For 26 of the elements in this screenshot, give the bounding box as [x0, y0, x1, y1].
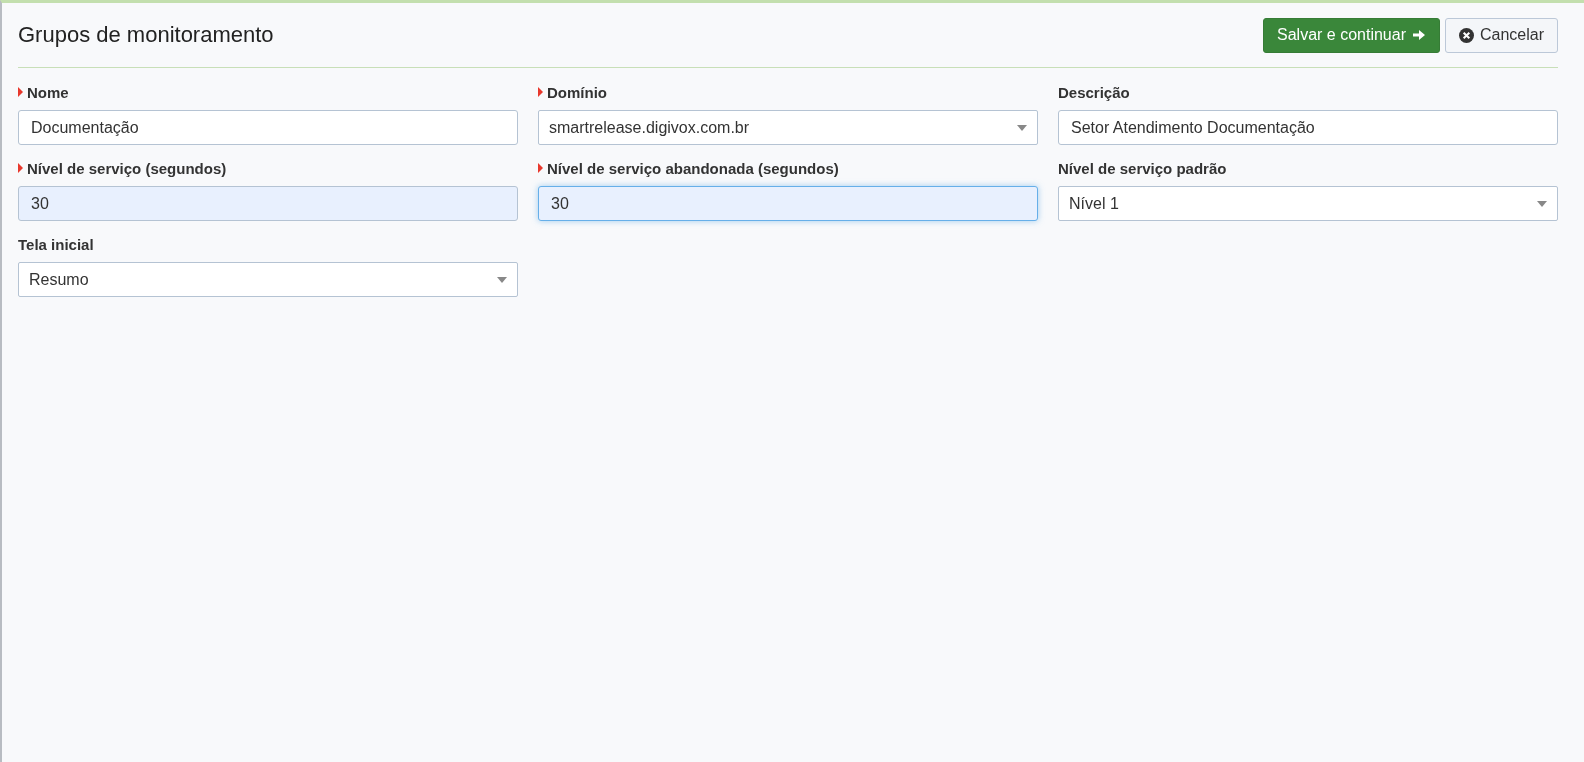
required-marker-icon: [18, 87, 23, 97]
caret-icon: [1017, 124, 1027, 131]
required-marker-icon: [538, 87, 543, 97]
required-marker-icon: [538, 163, 543, 173]
field-label: Nome: [18, 82, 518, 102]
input-field[interactable]: Setor Atendimento Documentação: [1058, 110, 1558, 145]
dropdown-field[interactable]: Resumo: [18, 262, 518, 297]
required-marker-icon: [18, 163, 23, 173]
arrow-right-icon: [1411, 28, 1426, 42]
input-field[interactable]: 30: [18, 186, 518, 221]
field-label: Nível de serviço abandonada (segundos): [538, 158, 1038, 178]
page-title: Grupos de monitoramento: [18, 22, 274, 48]
close-icon: [1458, 27, 1474, 43]
field-label: Nível de serviço padrão: [1058, 158, 1228, 178]
dropdown-field[interactable]: smartrelease.digivox.com.br: [538, 110, 1038, 145]
field-label: Domínio: [538, 82, 1038, 102]
cancel-button[interactable]: Cancelar: [1444, 17, 1558, 53]
dropdown-field[interactable]: Nível 1: [1058, 186, 1558, 221]
field-label: Tela inicial: [18, 234, 95, 254]
input-field[interactable]: 30: [538, 186, 1038, 221]
caret-icon: [497, 276, 507, 283]
input-field[interactable]: Documentação: [18, 110, 518, 145]
save-continue-button[interactable]: Salvar e continuar: [1263, 17, 1440, 53]
field-label: Descrição: [1058, 82, 1131, 102]
field-label: Nível de serviço (segundos): [18, 158, 518, 178]
caret-icon: [1537, 200, 1547, 207]
